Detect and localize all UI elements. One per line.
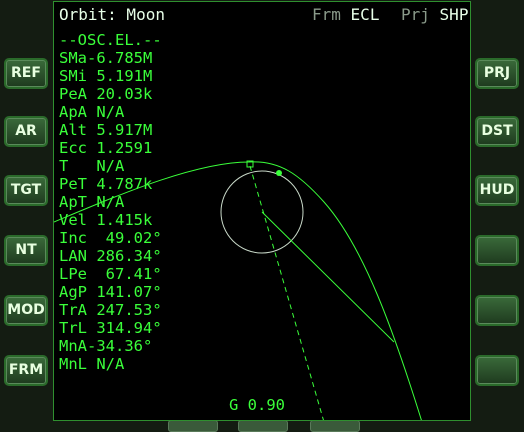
frm-button[interactable]: FRM xyxy=(4,355,48,386)
element-smi: SMi 5.191M xyxy=(59,67,153,85)
bottom-button-3[interactable] xyxy=(310,420,360,432)
mfd-header: Orbit: Moon Frm ECL Prj SHP xyxy=(59,5,469,24)
hud-button[interactable]: HUD xyxy=(475,175,519,206)
elements-header: --OSC.EL.-- xyxy=(59,31,162,49)
g-readout: G 0.90 xyxy=(229,396,285,414)
ar-button[interactable]: AR xyxy=(4,116,48,147)
element-lpe: LPe 67.41° xyxy=(59,265,162,283)
element-trl: TrL 314.94° xyxy=(59,319,162,337)
element-lan: LAN 286.34° xyxy=(59,247,162,265)
ref-button[interactable]: REF xyxy=(4,58,48,89)
apsides-line xyxy=(249,165,324,420)
mod-button[interactable]: MOD xyxy=(4,295,48,326)
nt-button[interactable]: NT xyxy=(4,235,48,266)
tgt-button[interactable]: TGT xyxy=(4,175,48,206)
element-pet: PeT 4.787k xyxy=(59,175,153,193)
element-agp: AgP 141.07° xyxy=(59,283,162,301)
element-period: T N/A xyxy=(59,157,125,175)
element-pea: PeA 20.03k xyxy=(59,85,153,103)
prj-button[interactable]: PRJ xyxy=(475,58,519,89)
element-ecc: Ecc 1.2591 xyxy=(59,139,153,157)
blank-button-5[interactable] xyxy=(475,295,519,326)
dst-button[interactable]: DST xyxy=(475,116,519,147)
blank-button-4[interactable] xyxy=(475,235,519,266)
element-vel: Vel 1.415k xyxy=(59,211,153,229)
bottom-button-1[interactable] xyxy=(168,420,218,432)
radius-vector-line xyxy=(261,211,395,343)
dot-marker-icon xyxy=(276,170,282,176)
mfd-display: Orbit: Moon Frm ECL Prj SHP --OSC.EL.-- … xyxy=(53,1,471,421)
projection-indicator: Prj SHP xyxy=(401,5,469,24)
blank-button-6[interactable] xyxy=(475,355,519,386)
orbital-elements-list: --OSC.EL.-- SMa-6.785M SMi 5.191M PeA 20… xyxy=(59,31,162,373)
element-mna: MnA-34.36° xyxy=(59,337,153,355)
element-alt: Alt 5.917M xyxy=(59,121,153,139)
element-sma: SMa-6.785M xyxy=(59,49,153,67)
mfd-panel: REF AR TGT NT MOD FRM PRJ DST HUD Orbit:… xyxy=(0,0,524,432)
element-apt: ApT N/A xyxy=(59,193,125,211)
element-inc: Inc 49.02° xyxy=(59,229,162,247)
element-mnl: MnL N/A xyxy=(59,355,125,373)
element-tra: TrA 247.53° xyxy=(59,301,162,319)
frame-indicator: Frm ECL xyxy=(312,5,380,24)
element-apa: ApA N/A xyxy=(59,103,125,121)
bottom-button-2[interactable] xyxy=(238,420,288,432)
orbit-title: Orbit: Moon xyxy=(59,5,165,24)
